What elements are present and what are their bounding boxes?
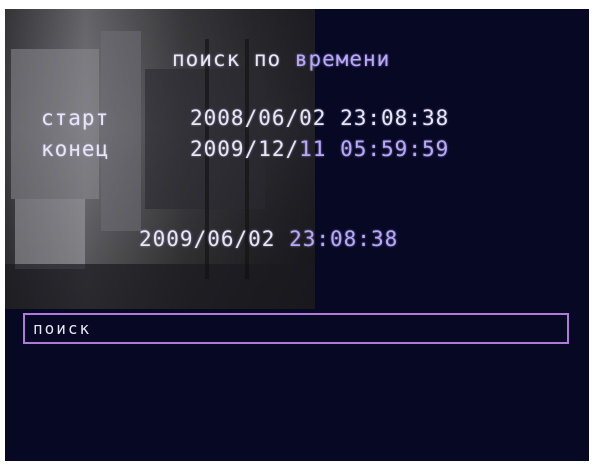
menu-title: поиск по времени xyxy=(172,47,390,71)
search-button[interactable]: поиск xyxy=(23,313,569,344)
feed-region xyxy=(5,264,315,309)
menu-title-part1: поиск по xyxy=(172,47,282,71)
dvr-screen: поиск по времени старт 2008/06/02 23:08:… xyxy=(5,9,589,461)
start-time: 23:08:38 xyxy=(340,106,450,130)
end-time: 05:59:59 xyxy=(340,137,450,161)
start-label: старт xyxy=(41,106,110,130)
feed-region xyxy=(15,199,85,269)
end-label: конец xyxy=(41,137,110,161)
start-datetime-field[interactable]: 2008/06/02 23:08:38 xyxy=(190,106,449,130)
end-datetime-field[interactable]: 2009/12/11 05:59:59 xyxy=(190,137,449,161)
current-datetime-field[interactable]: 2009/06/02 23:08:38 xyxy=(139,227,398,251)
current-time: 23:08:38 xyxy=(289,227,399,251)
feed-region xyxy=(101,31,141,231)
current-date: 2009/06/02 xyxy=(139,227,276,251)
end-date: 2009/12/ xyxy=(190,137,300,161)
start-date: 2008/06/02 xyxy=(190,106,327,130)
end-date-day: 11 xyxy=(299,137,327,161)
menu-title-part2: времени xyxy=(294,47,391,71)
